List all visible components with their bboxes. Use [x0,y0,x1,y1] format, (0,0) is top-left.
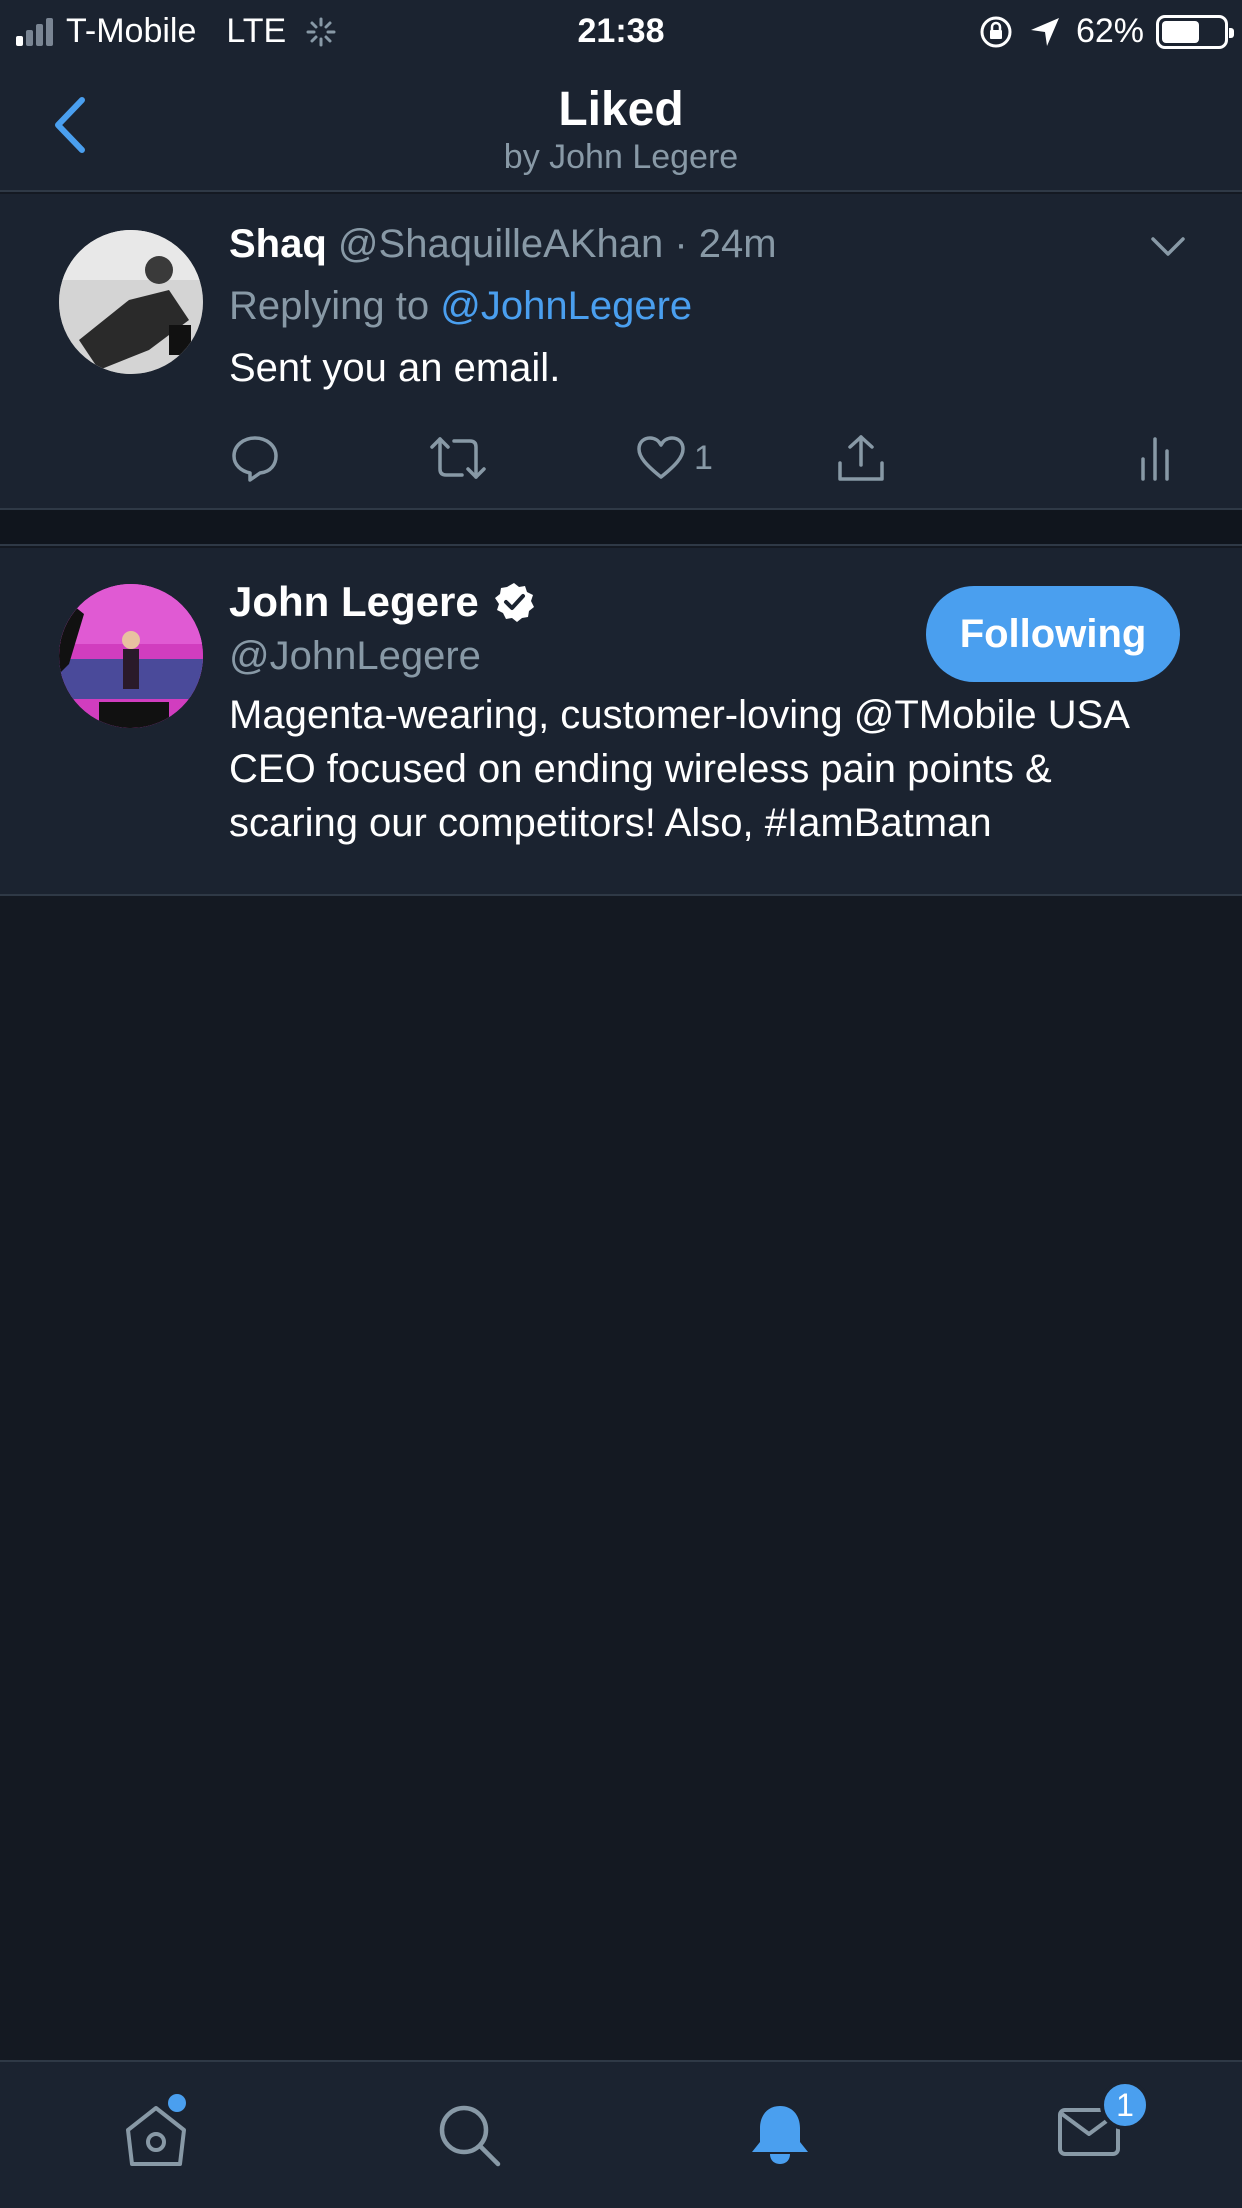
user-bio: Magenta-wearing, customer-loving @TMobil… [229,693,1128,845]
avatar[interactable] [59,230,203,374]
chevron-down-icon[interactable] [1150,236,1186,258]
tweet[interactable]: Shaq @ShaquilleAKhan · 24m Replying to @… [0,194,1242,510]
user-name[interactable]: John Legere [229,578,535,626]
avatar-photo [59,584,203,728]
tweet-separator: · [674,222,688,266]
page-title: Liked [558,83,684,136]
battery-icon [1156,14,1234,49]
analytics-icon[interactable] [1138,430,1172,486]
following-button[interactable]: Following [926,586,1180,682]
top-navigation-area: T-Mobile LTE 21:38 62% Liked by John Leg… [0,0,1242,192]
reply-icon[interactable] [230,430,280,486]
tweet-header: Shaq @ShaquilleAKhan · 24m [229,222,777,267]
status-bar: T-Mobile LTE 21:38 62% [0,0,1242,62]
search-icon[interactable] [436,2102,502,2168]
section-divider [0,510,1242,546]
tab-messages[interactable]: 1 [1056,2080,1150,2163]
page-subtitle: by John Legere [503,138,739,176]
tweet-author-name[interactable]: Shaq [229,222,327,266]
home-icon[interactable] [122,2102,190,2168]
tab-notifications[interactable] [748,2102,812,2173]
retweet-icon[interactable] [428,430,488,486]
tweet-author-handle[interactable]: @ShaquilleAKhan [338,222,663,266]
tweet-text: Sent you an email. [229,346,561,390]
tab-home[interactable] [122,2094,190,2173]
user-handle[interactable]: @JohnLegere [229,634,481,679]
user-card[interactable]: John Legere @JohnLegere Magenta-wearing,… [0,548,1242,896]
location-arrow-icon [1030,17,1059,46]
avatar[interactable] [59,584,203,728]
tab-bar: 1 [0,2060,1242,2208]
messages-badge: 1 [1100,2080,1150,2130]
heart-icon[interactable] [636,435,686,481]
new-content-dot [168,2094,186,2112]
like-button[interactable]: 1 [636,430,713,486]
status-right: 62% [978,12,1234,51]
avatar-photo [59,230,203,374]
battery-fill [1162,20,1200,43]
share-icon[interactable] [836,430,886,486]
replying-prefix: Replying to [229,284,430,328]
tab-search[interactable] [436,2102,502,2173]
user-display-name[interactable]: John Legere [229,578,479,626]
tweet-time: 24m [698,222,777,266]
like-count: 1 [694,438,713,477]
replying-to: Replying to @JohnLegere [229,284,692,329]
notifications-icon[interactable] [748,2102,812,2168]
battery-percent: 62% [1075,12,1144,50]
replying-handle-link[interactable]: @JohnLegere [440,284,692,328]
verified-badge-icon [494,583,534,622]
rotation-lock-icon [980,16,1012,47]
